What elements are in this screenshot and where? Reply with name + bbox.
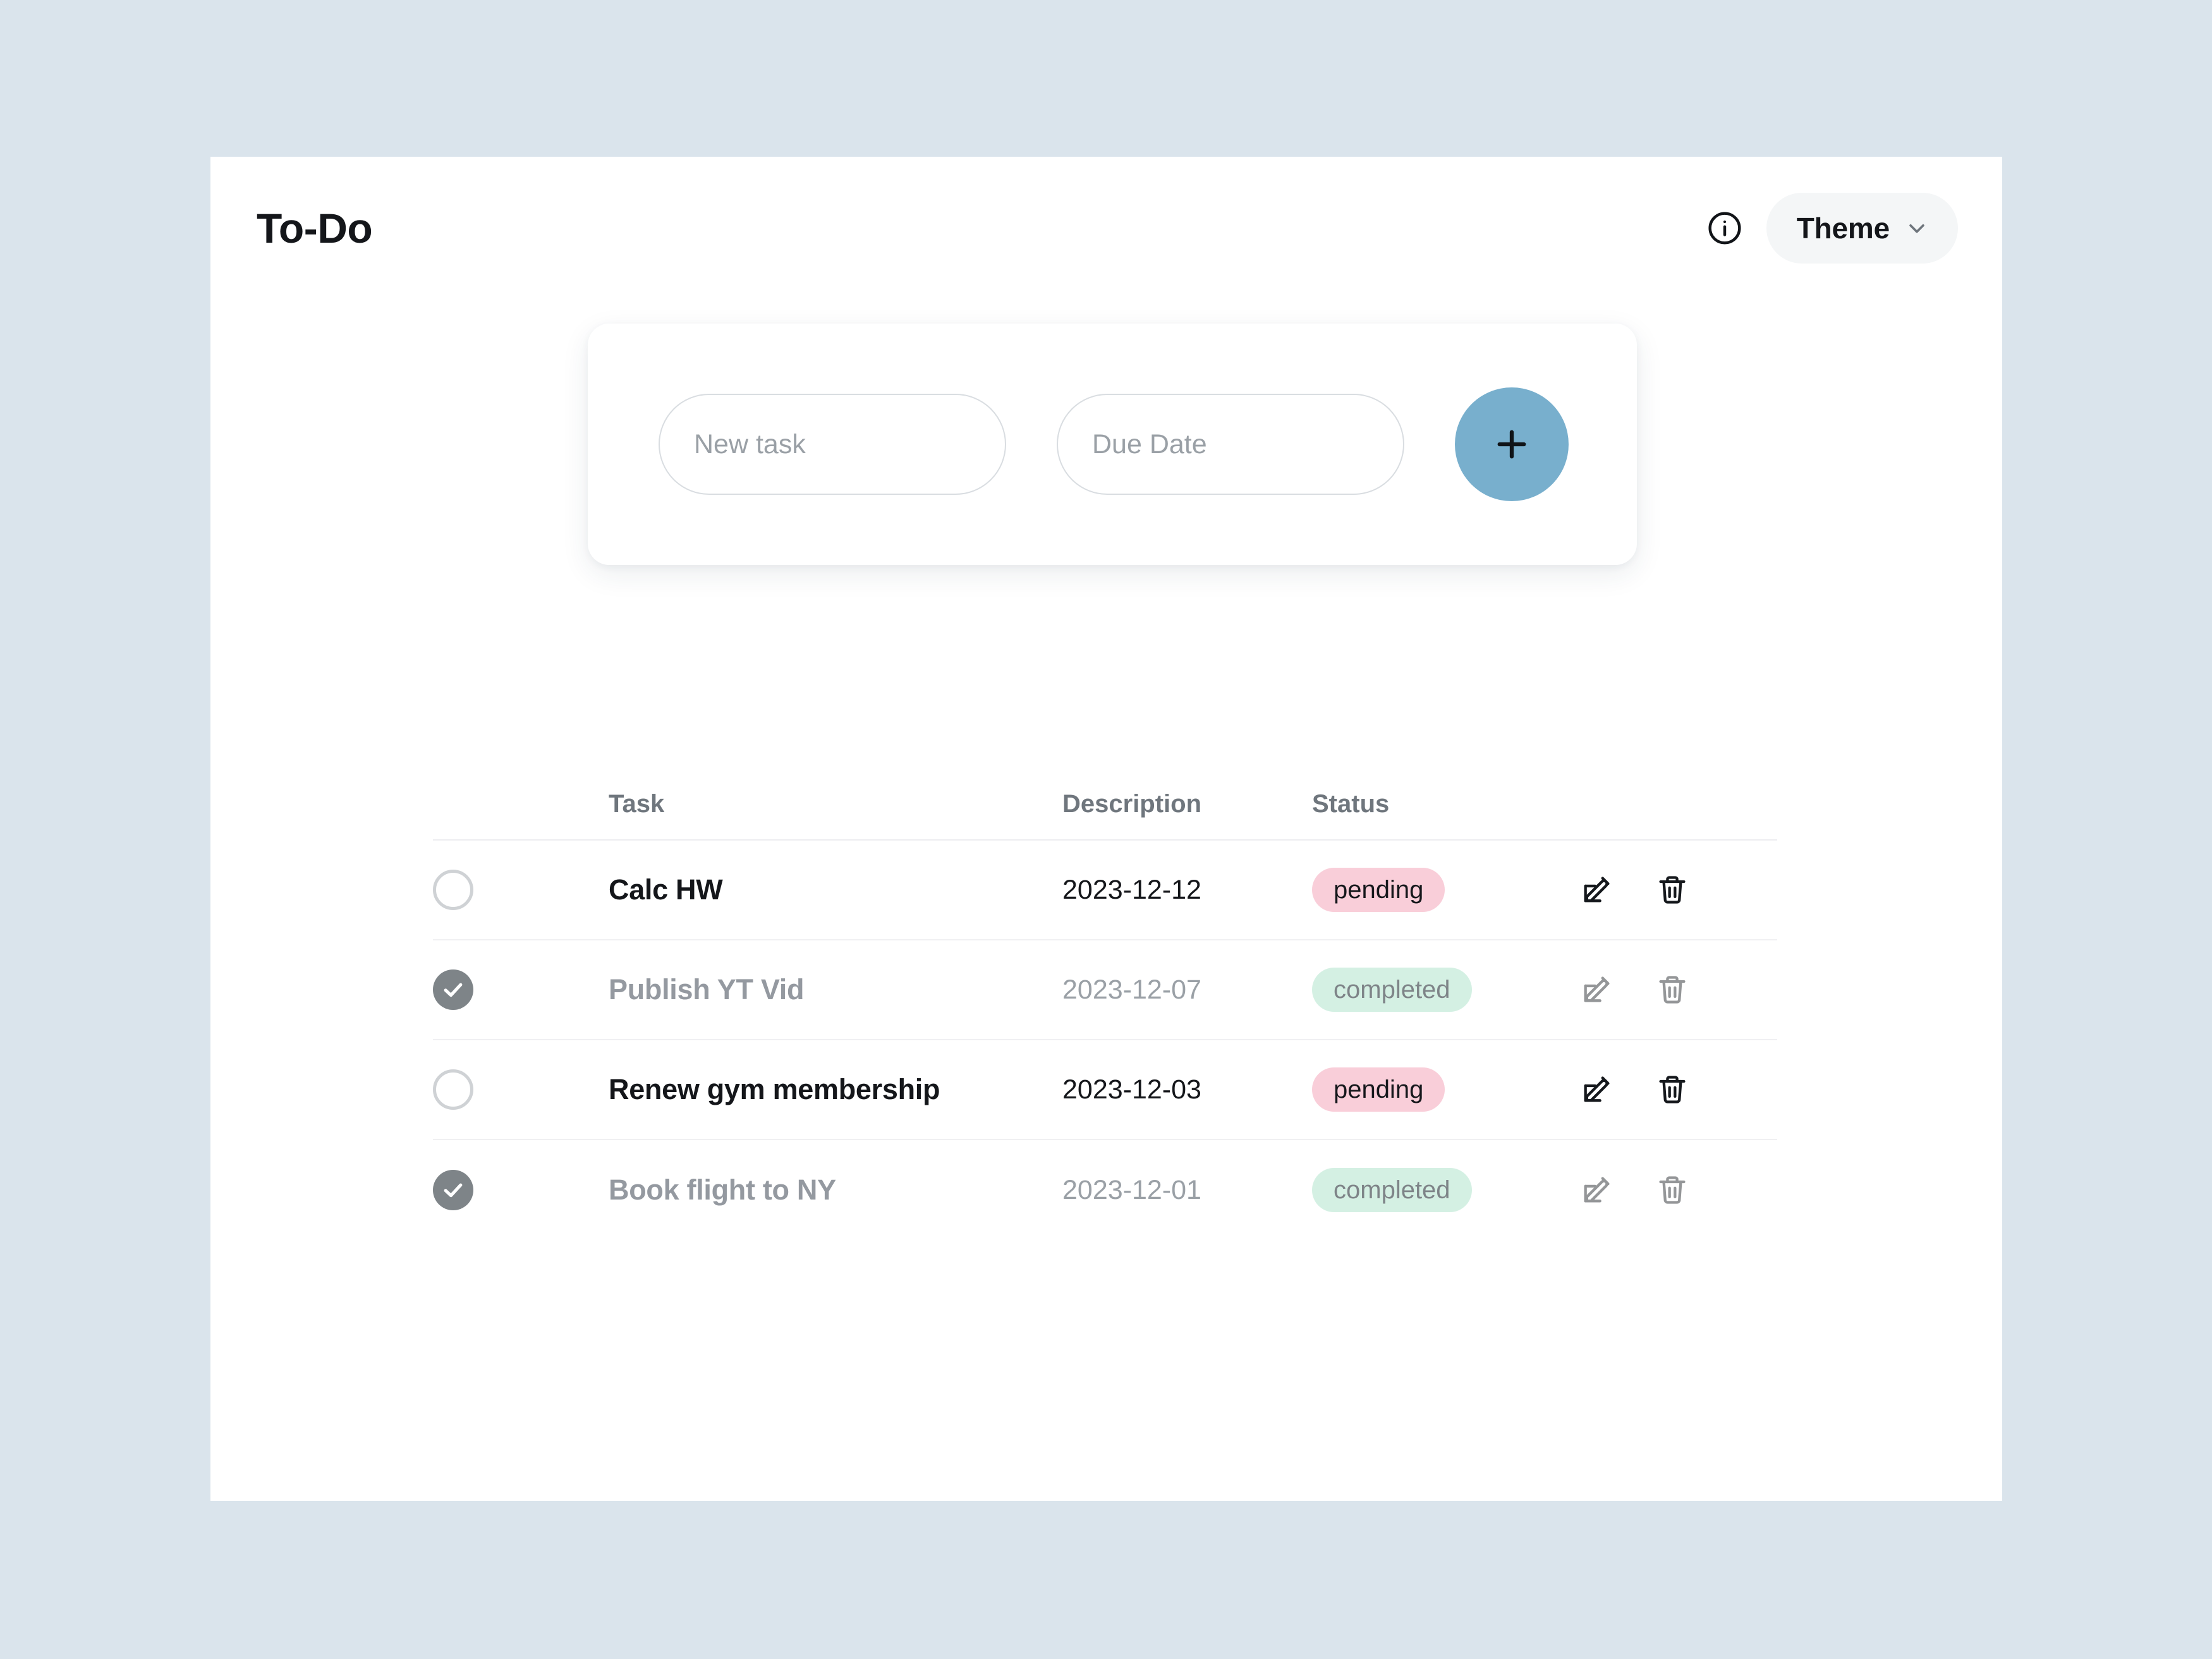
table-row: Renew gym membership 2023-12-03 pending bbox=[433, 1040, 1777, 1140]
table-row: Publish YT Vid 2023-12-07 completed bbox=[433, 940, 1777, 1040]
task-description: 2023-12-03 bbox=[1062, 1074, 1201, 1105]
task-description: 2023-12-12 bbox=[1062, 874, 1201, 905]
task-name: Publish YT Vid bbox=[609, 973, 805, 1006]
edit-pencil-icon bbox=[1580, 1174, 1613, 1206]
edit-task-button[interactable] bbox=[1577, 871, 1615, 909]
edit-task-button[interactable] bbox=[1577, 971, 1615, 1009]
status-badge: completed bbox=[1312, 1168, 1472, 1212]
task-name: Book flight to NY bbox=[609, 1174, 836, 1206]
status-badge: completed bbox=[1312, 968, 1472, 1012]
task-description: 2023-12-01 bbox=[1062, 1174, 1201, 1205]
header-actions: Theme bbox=[1707, 192, 1958, 264]
task-description: 2023-12-07 bbox=[1062, 974, 1201, 1005]
task-checkbox[interactable] bbox=[433, 870, 473, 910]
trash-icon bbox=[1656, 973, 1689, 1006]
column-header-status: Status bbox=[1312, 789, 1390, 818]
new-task-input[interactable] bbox=[659, 394, 1006, 495]
trash-icon bbox=[1656, 1073, 1689, 1106]
column-header-task: Task bbox=[609, 789, 665, 818]
task-checkbox[interactable] bbox=[433, 969, 473, 1010]
task-checkbox[interactable] bbox=[433, 1170, 473, 1210]
app-panel: To-Do Theme New task Due Date Task Descr… bbox=[210, 157, 2002, 1501]
plus-icon bbox=[1491, 423, 1533, 465]
edit-pencil-icon bbox=[1580, 873, 1613, 906]
delete-task-button[interactable] bbox=[1653, 1171, 1691, 1209]
table-row: Book flight to NY 2023-12-01 completed bbox=[433, 1140, 1777, 1240]
delete-task-button[interactable] bbox=[1653, 971, 1691, 1009]
theme-label: Theme bbox=[1796, 211, 1890, 245]
chevron-down-icon bbox=[1906, 217, 1928, 239]
edit-task-button[interactable] bbox=[1577, 1071, 1615, 1109]
page-title: To-Do bbox=[257, 204, 373, 252]
due-date-input[interactable] bbox=[1057, 394, 1404, 495]
add-task-button[interactable] bbox=[1455, 387, 1569, 501]
status-badge: pending bbox=[1312, 1067, 1445, 1112]
trash-icon bbox=[1656, 1174, 1689, 1206]
edit-pencil-icon bbox=[1580, 973, 1613, 1006]
task-table: Task Description Status Calc HW 2023-12-… bbox=[433, 769, 1777, 1240]
info-circle-icon[interactable] bbox=[1707, 210, 1742, 246]
delete-task-button[interactable] bbox=[1653, 1071, 1691, 1109]
table-header-row: Task Description Status bbox=[433, 769, 1777, 841]
table-row: Calc HW 2023-12-12 pending bbox=[433, 841, 1777, 940]
column-header-description: Description bbox=[1062, 789, 1202, 818]
task-name: Calc HW bbox=[609, 873, 723, 906]
new-task-card bbox=[588, 324, 1637, 565]
task-name: Renew gym membership bbox=[609, 1073, 940, 1105]
theme-dropdown-button[interactable]: Theme bbox=[1766, 192, 1958, 264]
delete-task-button[interactable] bbox=[1653, 871, 1691, 909]
edit-task-button[interactable] bbox=[1577, 1171, 1615, 1209]
status-badge: pending bbox=[1312, 868, 1445, 912]
app-header: To-Do Theme bbox=[210, 157, 2002, 299]
task-checkbox[interactable] bbox=[433, 1069, 473, 1110]
trash-icon bbox=[1656, 873, 1689, 906]
edit-pencil-icon bbox=[1580, 1073, 1613, 1106]
